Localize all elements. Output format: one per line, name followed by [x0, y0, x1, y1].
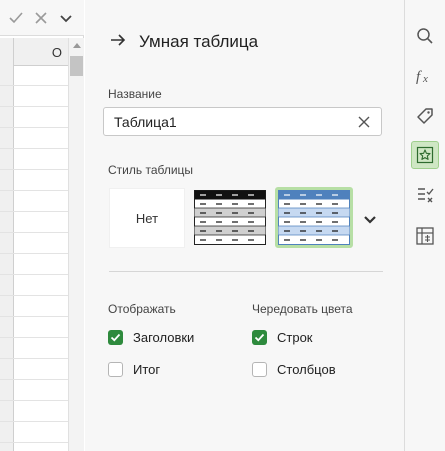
checkbox-headers-label: Заголовки — [133, 330, 195, 345]
grid-line — [0, 274, 68, 275]
grid-line — [0, 253, 68, 254]
spreadsheet-grid[interactable]: O — [0, 0, 84, 451]
table-name-field[interactable] — [103, 107, 382, 136]
column-header[interactable]: O — [0, 38, 68, 66]
scroll-up-arrow[interactable] — [73, 43, 81, 48]
checkbox-unchecked-icon[interactable] — [108, 362, 123, 377]
grid-line — [0, 337, 68, 338]
table-style-label: Стиль таблицы — [108, 163, 194, 177]
checkbox-columns-label: Столбцов — [277, 362, 336, 377]
grid-line — [0, 85, 68, 86]
search-icon[interactable] — [411, 22, 439, 50]
checkbox-total[interactable]: Итог — [108, 362, 160, 377]
svg-text:x: x — [422, 73, 428, 85]
grid-line — [0, 316, 68, 317]
grid-line — [0, 400, 68, 401]
grid-line — [0, 106, 68, 107]
grid-line — [0, 358, 68, 359]
checkbox-headers[interactable]: Заголовки — [108, 330, 194, 345]
vertical-scrollbar[interactable] — [68, 38, 84, 451]
checkbox-checked-icon[interactable] — [108, 330, 123, 345]
checkbox-total-label: Итог — [133, 362, 161, 377]
table-style-none[interactable]: Нет — [109, 188, 185, 248]
panel-header: Умная таблица — [109, 28, 258, 56]
table-style-dark[interactable] — [194, 190, 266, 245]
grid-line — [0, 421, 68, 422]
grid-line — [0, 169, 68, 170]
divider — [109, 271, 383, 272]
row-headers — [0, 66, 14, 451]
table-style-none-label: Нет — [135, 210, 159, 226]
chevron-down-icon[interactable] — [56, 8, 76, 28]
scrollbar-thumb[interactable] — [70, 56, 83, 76]
formula-bar-controls — [0, 0, 84, 36]
chevron-down-icon[interactable] — [361, 210, 379, 228]
panel-title: Умная таблица — [139, 32, 259, 51]
grid-line — [0, 148, 68, 149]
checkbox-rows-label: Строк — [277, 330, 313, 345]
name-label: Название — [108, 87, 162, 101]
clear-icon[interactable] — [357, 115, 371, 129]
row-header-corner — [0, 38, 14, 66]
cancel-icon[interactable] — [31, 8, 51, 28]
grid-cells[interactable] — [0, 66, 68, 451]
checkbox-columns[interactable]: Столбцов — [252, 362, 336, 377]
grid-line — [0, 379, 68, 380]
tag-icon[interactable] — [411, 102, 439, 130]
svg-text:f: f — [416, 69, 422, 85]
grid-line — [0, 442, 68, 443]
show-label: Отображать — [108, 302, 176, 316]
checkbox-checked-icon[interactable] — [252, 330, 267, 345]
table-name-input[interactable] — [114, 114, 344, 130]
grid-line — [0, 211, 68, 212]
pivot-table-icon[interactable] — [411, 222, 439, 250]
column-label: O — [51, 45, 62, 60]
alternate-colors-label: Чередовать цвета — [252, 302, 353, 316]
arrow-right-icon[interactable] — [109, 31, 127, 54]
checkbox-rows[interactable]: Строк — [252, 330, 313, 345]
right-toolbar: fx — [404, 0, 445, 451]
grid-line — [0, 190, 68, 191]
function-icon[interactable]: fx — [411, 62, 439, 90]
table-style-blue-selected[interactable] — [275, 187, 353, 248]
grid-line — [0, 232, 68, 233]
checklist-icon[interactable] — [411, 182, 439, 210]
checkbox-unchecked-icon[interactable] — [252, 362, 267, 377]
grid-line — [0, 295, 68, 296]
smart-table-panel: Умная таблица Название Стиль таблицы Нет — [85, 0, 404, 451]
grid-line — [0, 127, 68, 128]
star-table-icon[interactable] — [411, 141, 439, 169]
confirm-icon[interactable] — [6, 8, 26, 28]
